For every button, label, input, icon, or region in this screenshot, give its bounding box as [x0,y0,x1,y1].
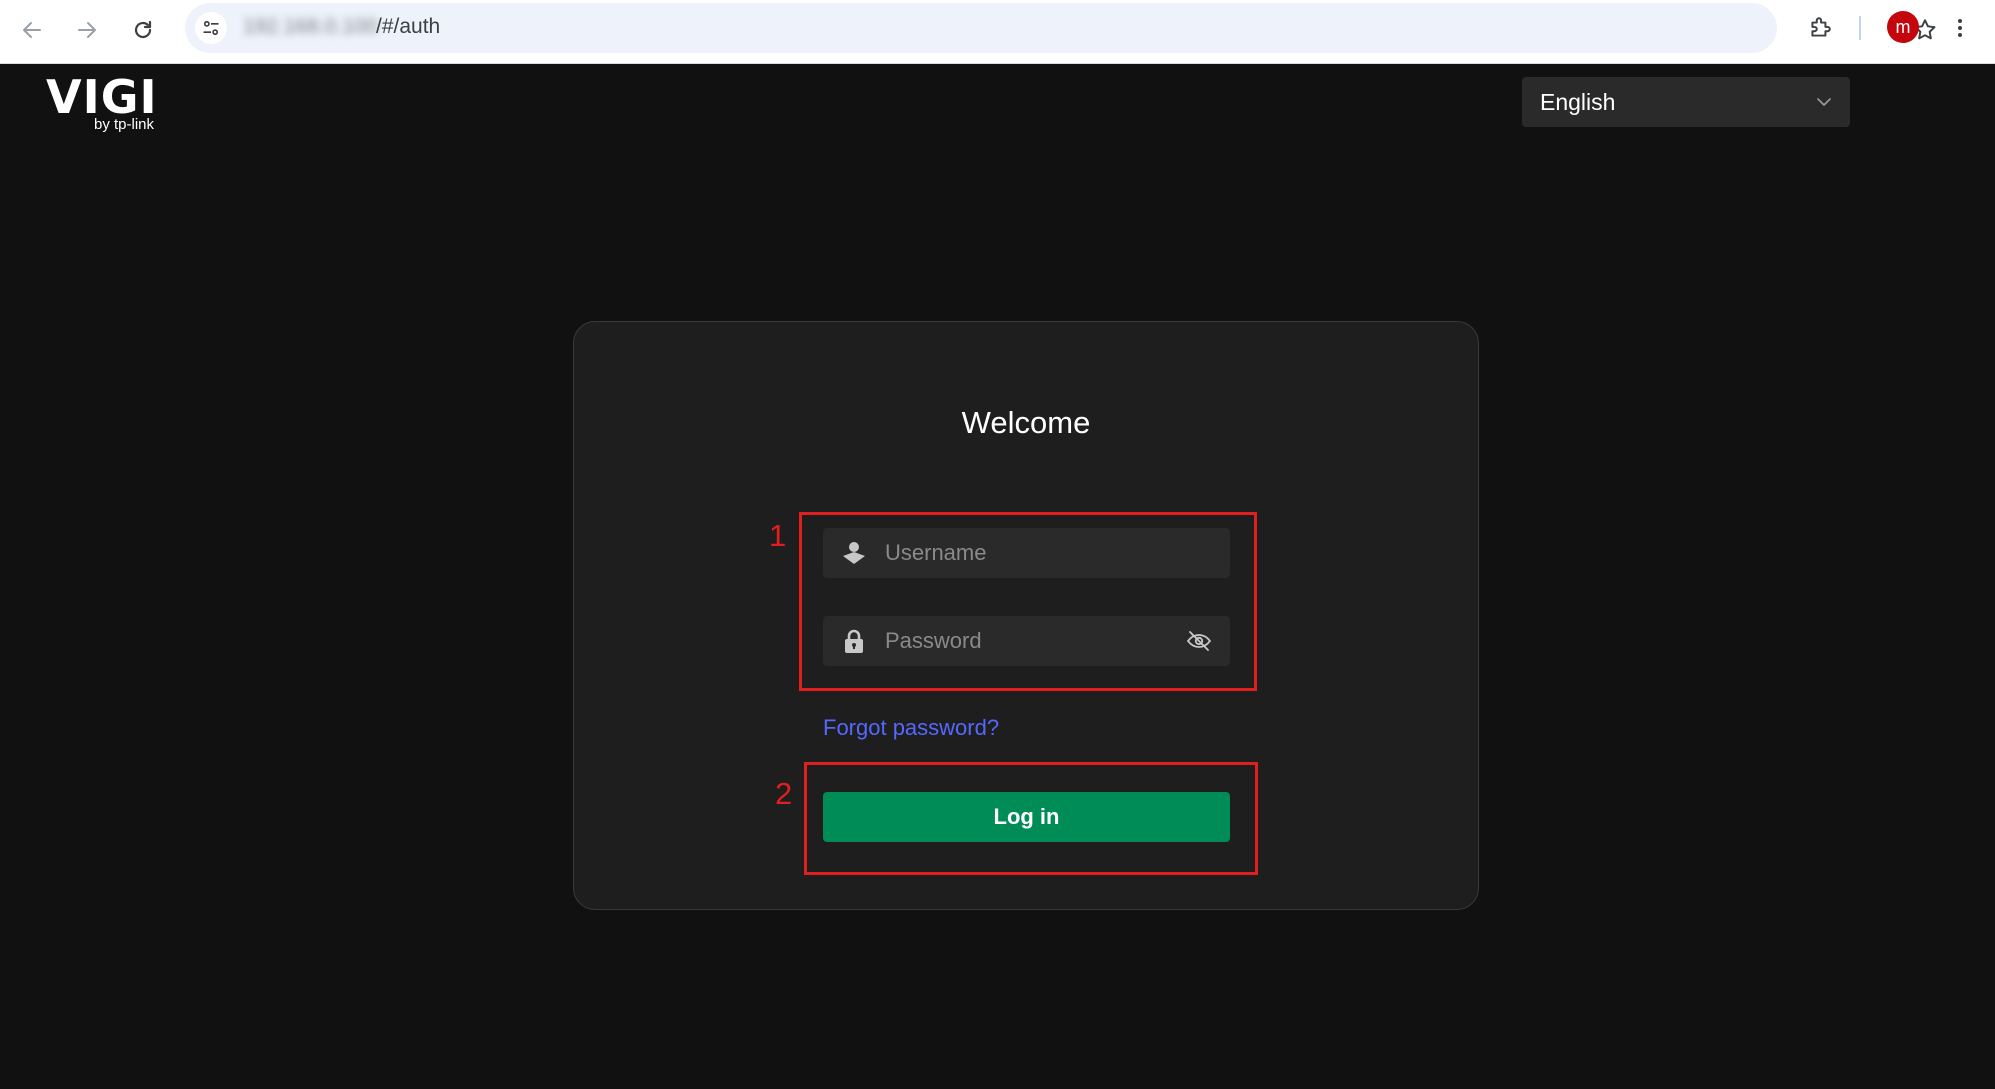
puzzle-icon [1811,17,1831,37]
arrow-left-icon [23,22,41,38]
vigi-logo: VIGI by tp-link [44,70,174,136]
annotation-number-two: 2 [775,776,793,811]
url-path: /#/auth [376,15,441,38]
chevron-down-icon [1817,98,1831,106]
back-button[interactable] [12,10,52,50]
address-bar[interactable]: 192.168.0.100 /#/auth [185,3,1936,53]
annotation-number-one: 1 [769,518,787,553]
reload-button[interactable] [123,10,163,50]
logo-sub-text: by tp-link [94,116,155,133]
url-host: 192.168.0.100 [243,15,378,38]
arrow-right-icon [78,22,96,38]
site-info-button[interactable] [195,12,227,44]
browser-toolbar: 192.168.0.100 /#/auth m [0,0,1995,64]
profile-avatar[interactable]: m [1887,11,1919,43]
language-selected-value: English [1540,89,1616,115]
language-select[interactable]: English [1522,77,1850,127]
reload-icon [134,20,152,39]
forward-button[interactable] [67,10,107,50]
more-vert-icon [1958,19,1962,37]
toolbar-divider [1859,16,1861,40]
extensions-button[interactable] [1800,8,1840,48]
browser-menu-button[interactable] [1948,8,1972,48]
annotation-box-credentials [799,512,1257,691]
forgot-password-link[interactable]: Forgot password? [823,715,999,741]
tune-icon [203,20,219,36]
annotation-box-login [804,762,1258,875]
welcome-title: Welcome [961,405,1091,440]
